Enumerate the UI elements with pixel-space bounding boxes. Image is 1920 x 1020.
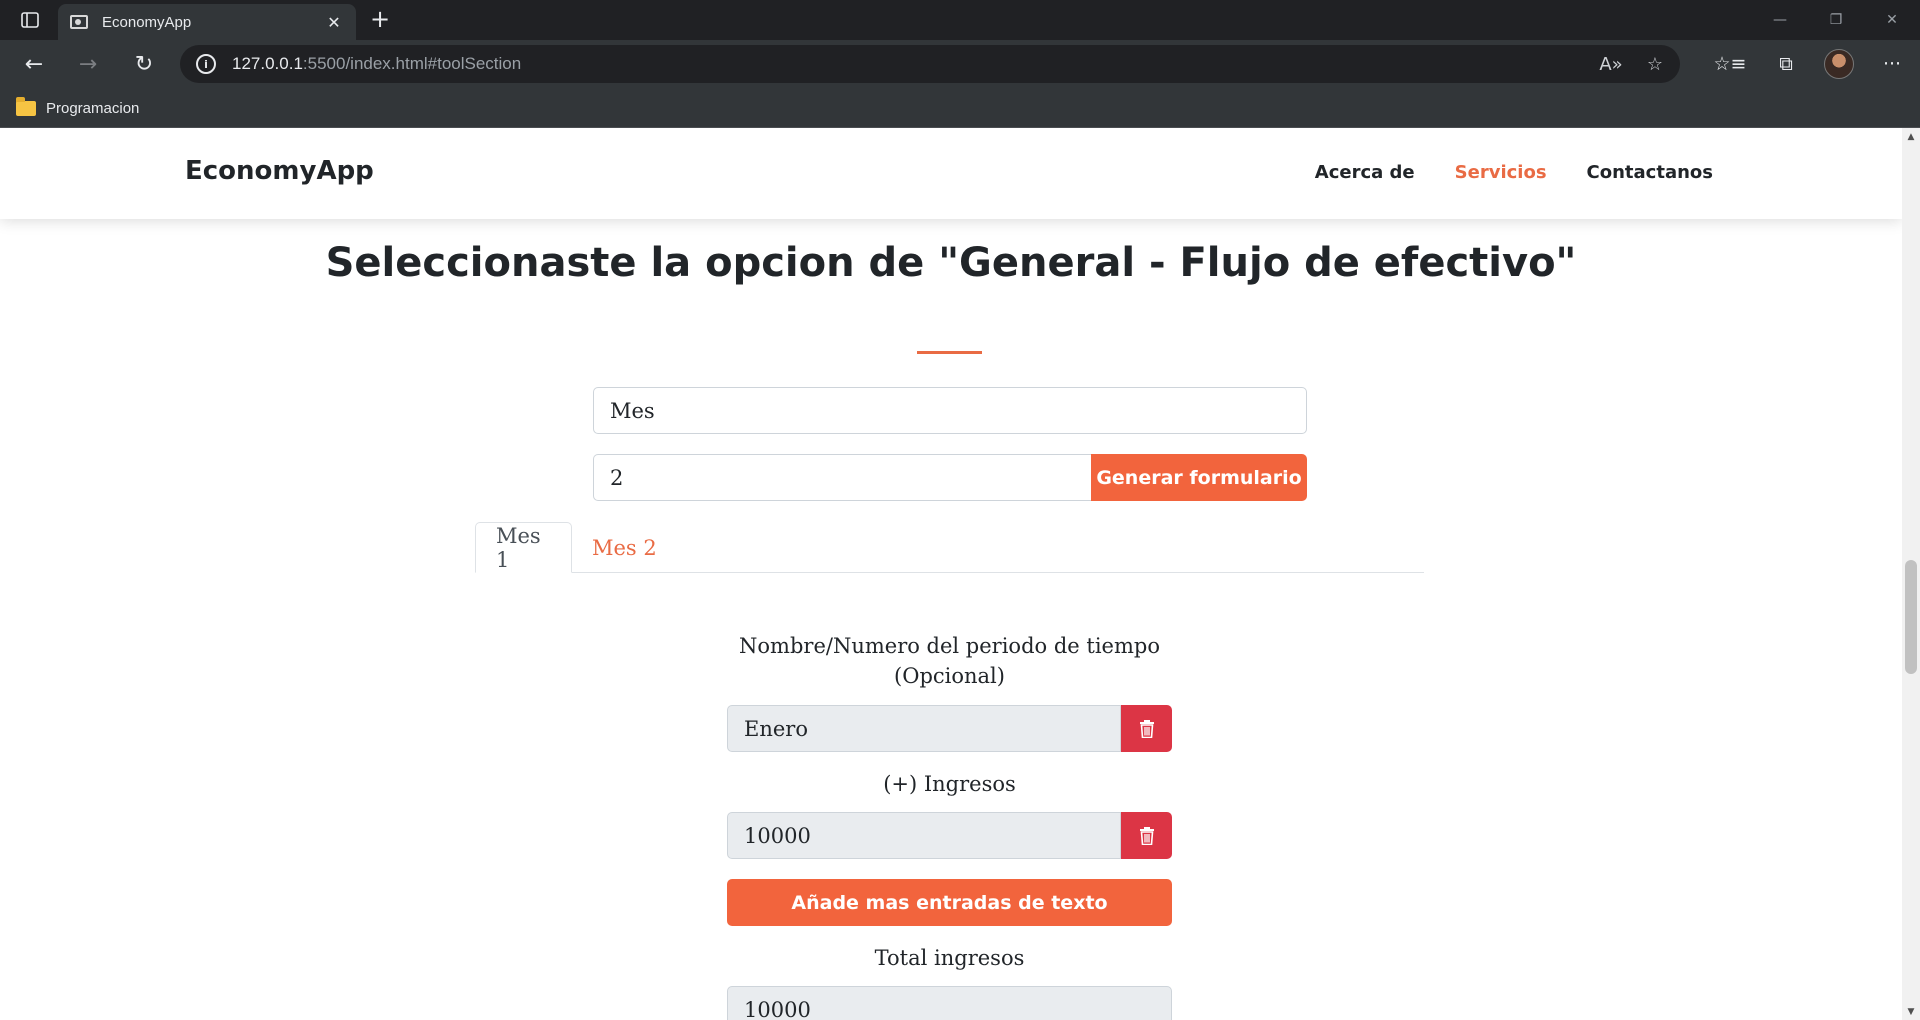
generate-form-button[interactable]: Generar formulario xyxy=(1091,454,1307,501)
tab-mes-1[interactable]: Mes 1 xyxy=(475,522,572,573)
scroll-down-icon[interactable]: ▼ xyxy=(1902,1003,1920,1020)
nav-link-contactanos[interactable]: Contactanos xyxy=(1587,162,1713,183)
income-label: (+) Ingresos xyxy=(883,772,1016,796)
browser-toolbar: ← → ↻ i 127.0.0.1:5500/index.html#toolSe… xyxy=(0,40,1920,88)
folder-icon xyxy=(16,96,36,116)
nav-link-acerca-de[interactable]: Acerca de xyxy=(1315,162,1415,183)
address-bar[interactable]: i 127.0.0.1:5500/index.html#toolSection … xyxy=(180,45,1680,83)
site-nav: Acerca de Servicios Contactanos xyxy=(1315,162,1713,183)
profile-avatar[interactable] xyxy=(1824,49,1854,79)
title-underline xyxy=(917,351,982,354)
tab-title: EconomyApp xyxy=(102,13,192,31)
read-aloud-icon[interactable]: A» xyxy=(1598,51,1624,77)
add-favorite-icon[interactable]: ☆ xyxy=(1642,51,1668,77)
info-icon[interactable]: i xyxy=(196,54,216,74)
scroll-up-icon[interactable]: ▲ xyxy=(1902,128,1920,145)
delete-period-name-button[interactable] xyxy=(1121,705,1172,752)
period-count-input[interactable]: 2 xyxy=(593,454,1092,501)
income-field[interactable]: 10000 xyxy=(727,812,1121,859)
total-income-label: Total ingresos xyxy=(874,946,1025,970)
back-icon[interactable]: ← xyxy=(18,48,50,80)
tab-actions-icon[interactable] xyxy=(14,8,46,32)
add-entries-button[interactable]: Añade mas entradas de texto xyxy=(727,879,1172,926)
site-logo[interactable]: EconomyApp xyxy=(185,156,374,186)
page-scrollbar[interactable]: ▲ ▼ xyxy=(1902,128,1920,1020)
site-header: EconomyApp Acerca de Servicios Contactan… xyxy=(0,128,1902,219)
close-window-icon[interactable]: ✕ xyxy=(1864,0,1920,40)
minimize-icon[interactable]: — xyxy=(1752,0,1808,40)
tab-mes-2[interactable]: Mes 2 xyxy=(572,522,677,573)
browser-tab[interactable]: EconomyApp ✕ xyxy=(58,4,356,40)
refresh-icon[interactable]: ↻ xyxy=(128,48,160,80)
collections-icon[interactable]: ⧉ xyxy=(1768,46,1804,82)
more-icon[interactable]: ··· xyxy=(1874,46,1910,82)
total-income-field: 10000 xyxy=(727,986,1172,1020)
trash-icon xyxy=(1139,719,1154,738)
period-type-input[interactable]: Mes xyxy=(593,387,1307,434)
browser-tab-bar: EconomyApp ✕ + — ❐ ✕ xyxy=(0,0,1920,40)
scroll-thumb[interactable] xyxy=(1905,560,1917,674)
close-tab-icon[interactable]: ✕ xyxy=(324,13,344,32)
delete-income-button[interactable] xyxy=(1121,812,1172,859)
bookmark-folder-programacion[interactable]: Programacion xyxy=(16,96,139,120)
site-favicon-icon xyxy=(70,15,88,29)
period-name-label: Nombre/Numero del periodo de tiempo (Opc… xyxy=(739,634,1160,688)
url-text: 127.0.0.1:5500/index.html#toolSection xyxy=(232,54,522,73)
bookmarks-bar: Programacion xyxy=(0,88,1920,128)
page-viewport: EconomyApp Acerca de Servicios Contactan… xyxy=(0,128,1920,1020)
restore-icon[interactable]: ❐ xyxy=(1808,0,1864,40)
period-name-field[interactable]: Enero xyxy=(727,705,1121,752)
nav-link-servicios[interactable]: Servicios xyxy=(1455,162,1547,183)
favorites-icon[interactable]: ☆≡ xyxy=(1712,46,1748,82)
new-tab-button[interactable]: + xyxy=(366,6,394,34)
section-title: Seleccionaste la opcion de "General - Fl… xyxy=(325,240,1577,286)
window-controls: — ❐ ✕ xyxy=(1752,0,1920,40)
trash-icon xyxy=(1139,826,1154,845)
forward-icon[interactable]: → xyxy=(72,48,104,80)
bookmark-label: Programacion xyxy=(46,99,140,117)
